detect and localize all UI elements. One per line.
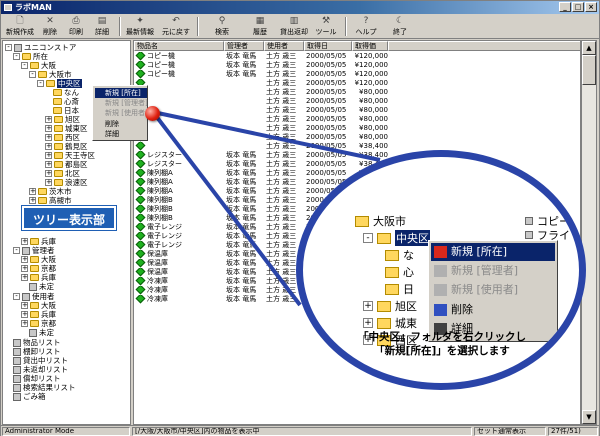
new-user-icon bbox=[434, 284, 447, 296]
delete-icon bbox=[434, 304, 447, 316]
collapse-icon: - bbox=[363, 233, 373, 243]
new-location-icon bbox=[434, 246, 447, 258]
zoom-node: 日 bbox=[385, 281, 414, 297]
zoom-menu-item-delete: 削除 bbox=[431, 301, 555, 319]
zoom-node: - 中央区 bbox=[363, 230, 430, 246]
zoom-node: 心 bbox=[385, 264, 414, 280]
expand-icon: + bbox=[363, 318, 373, 328]
zoom-context-menu: 新規 [所在] 新規 [管理者] 新規 [使用者] 削除 詳細 bbox=[428, 240, 558, 342]
zoom-node: + 城東 bbox=[363, 317, 417, 330]
folder-icon bbox=[385, 283, 399, 295]
item-icon bbox=[525, 231, 533, 239]
folder-icon bbox=[377, 232, 391, 244]
folder-icon bbox=[355, 215, 369, 227]
new-manager-icon bbox=[434, 265, 447, 277]
folder-icon bbox=[385, 249, 399, 261]
zoom-node: な bbox=[385, 247, 414, 263]
item-icon bbox=[525, 217, 533, 225]
pin-marker bbox=[145, 106, 160, 121]
zoom-node: 大阪市 bbox=[355, 213, 406, 229]
zoom-menu-item-new-location: 新規 [所在] bbox=[431, 243, 555, 261]
folder-icon bbox=[377, 300, 391, 312]
expand-icon: + bbox=[363, 301, 373, 311]
zoom-menu-item-new-user: 新規 [使用者] bbox=[431, 281, 555, 299]
instruction-caption: 「中央区」フォルダを右クリックし 「新規[所在]」を選択します bbox=[358, 331, 526, 357]
zoom-menu-item-new-manager: 新規 [管理者] bbox=[431, 262, 555, 280]
folder-icon bbox=[385, 266, 399, 278]
zoom-node: + 旭区 bbox=[363, 300, 417, 313]
folder-icon bbox=[377, 317, 391, 329]
